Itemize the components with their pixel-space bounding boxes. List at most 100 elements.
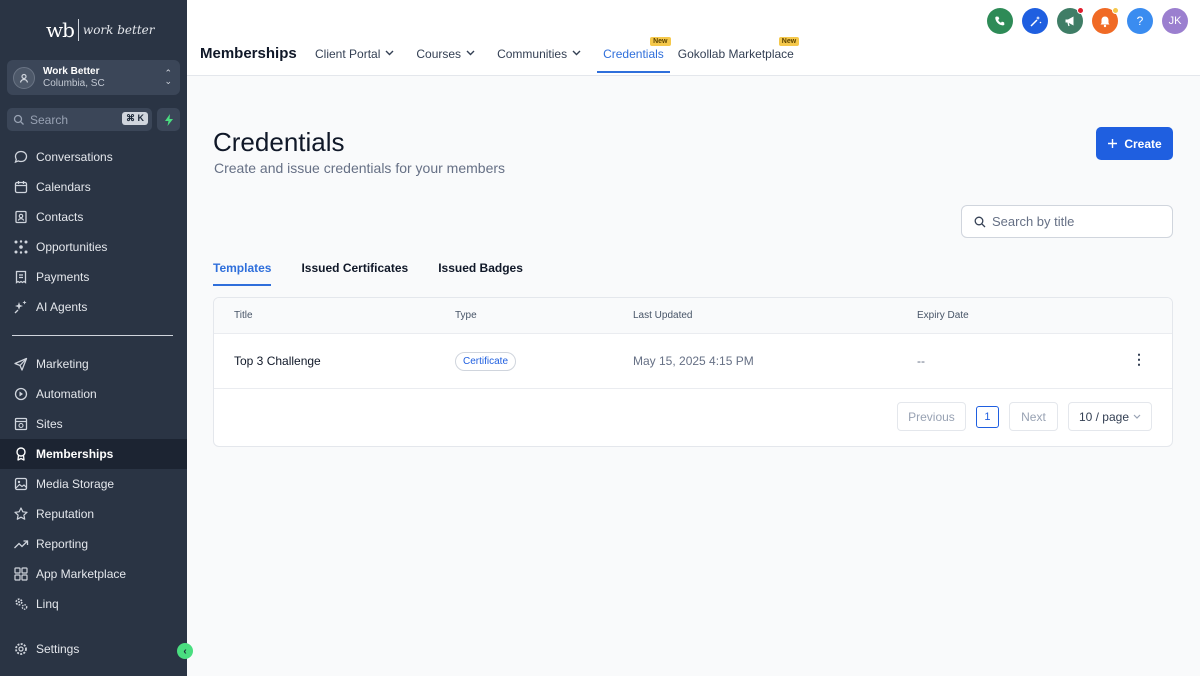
sidebar-item-reporting[interactable]: Reporting — [0, 529, 187, 559]
sidebar-item-calendars[interactable]: Calendars — [0, 172, 187, 202]
sidebar-item-label: Media Storage — [36, 477, 115, 491]
previous-button[interactable]: Previous — [896, 402, 966, 431]
sidebar-item-label: Calendars — [36, 180, 91, 194]
next-button[interactable]: Next — [1008, 402, 1058, 431]
tab-issued-badges[interactable]: Issued Badges — [438, 261, 523, 286]
location-icon — [13, 66, 35, 89]
sidebar-item-label: Marketing — [36, 357, 89, 371]
tab-label: Client Portal — [315, 47, 381, 61]
grid-icon — [14, 567, 28, 581]
sidebar-item-settings[interactable]: Settings — [0, 634, 187, 664]
tab-client-portal[interactable]: Client Portal — [315, 47, 394, 73]
chevron-down-icon — [385, 48, 394, 58]
sidebar-item-label: Contacts — [36, 210, 84, 224]
search-icon — [13, 114, 24, 125]
column-header-last-updated[interactable]: Last Updated — [633, 310, 693, 321]
sidebar-item-marketing[interactable]: Marketing — [0, 349, 187, 379]
sidebar-search[interactable]: Search ⌘ K — [7, 108, 152, 131]
tab-credentials[interactable]: New Credentials — [597, 37, 671, 73]
chevron-down-icon — [572, 48, 581, 58]
cell-title[interactable]: Top 3 Challenge — [234, 354, 321, 368]
templates-table: Title Type Last Updated Expiry Date Top … — [213, 297, 1173, 447]
page-size-select[interactable]: 10 / page — [1067, 402, 1152, 431]
opportunities-icon — [14, 240, 28, 254]
sidebar-divider — [12, 335, 173, 336]
phone-icon — [995, 16, 1005, 26]
sidebar-item-media-storage[interactable]: Media Storage — [0, 469, 187, 499]
table-header: Title Type Last Updated Expiry Date — [214, 298, 1172, 334]
help-button[interactable]: ? — [1127, 8, 1153, 34]
chevron-down-icon — [466, 48, 475, 58]
announcements-button[interactable] — [1057, 7, 1084, 34]
bolt-icon — [164, 113, 173, 126]
sparkle-icon — [14, 300, 27, 314]
image-icon — [14, 477, 28, 491]
sidebar-item-reputation[interactable]: Reputation — [0, 499, 187, 529]
nav-top: Conversations Calendars Contacts Opportu… — [0, 142, 187, 322]
search-shortcut: ⌘ K — [122, 112, 148, 125]
column-header-expiry-date[interactable]: Expiry Date — [917, 310, 969, 321]
sidebar-item-automation[interactable]: Automation — [0, 379, 187, 409]
megaphone-icon — [1065, 16, 1073, 27]
sidebar-item-payments[interactable]: Payments — [0, 262, 187, 292]
sidebar-item-contacts[interactable]: Contacts — [0, 202, 187, 232]
sidebar-item-app-marketplace[interactable]: App Marketplace — [0, 559, 187, 589]
sidebar-item-linq[interactable]: Linq — [0, 589, 187, 619]
sidebar-item-sites[interactable]: Sites — [0, 409, 187, 439]
magic-button[interactable] — [1022, 8, 1048, 34]
award-icon — [16, 447, 26, 461]
more-actions-icon[interactable]: ⋮ — [1132, 351, 1146, 368]
help-icon: ? — [1136, 14, 1144, 28]
logo-mark: wb — [46, 18, 75, 42]
account-switcher[interactable]: Work Better Columbia, SC ⌃ ⌄ — [7, 60, 180, 95]
tab-label: Gokollab Marketplace — [677, 47, 794, 61]
trend-icon — [14, 540, 29, 549]
column-header-type[interactable]: Type — [455, 310, 477, 321]
tab-gokollab-marketplace[interactable]: New Gokollab Marketplace — [677, 37, 800, 73]
sidebar-item-opportunities[interactable]: Opportunities — [0, 232, 187, 262]
search-icon — [974, 216, 986, 227]
sidebar-item-label: App Marketplace — [36, 567, 127, 581]
column-header-title[interactable]: Title — [234, 310, 253, 321]
tab-communities[interactable]: Communities — [497, 47, 581, 73]
chevron-updown-icon: ⌃ ⌄ — [164, 68, 172, 86]
notification-dot — [1077, 7, 1084, 14]
phone-button[interactable] — [987, 8, 1013, 34]
tab-templates[interactable]: Templates — [213, 261, 272, 286]
module-title: Memberships — [200, 45, 297, 62]
create-button-label: Create — [1124, 136, 1162, 151]
magic-wand-icon — [1029, 15, 1041, 27]
notification-dot — [1112, 7, 1119, 14]
quick-action-button[interactable] — [157, 108, 180, 131]
avatar-initials: JK — [1168, 15, 1182, 27]
gear-icon — [15, 643, 27, 655]
payments-icon — [15, 270, 27, 284]
sidebar-item-label: Linq — [36, 597, 59, 611]
sidebar-item-memberships[interactable]: Memberships — [0, 439, 187, 469]
sidebar-item-ai-agents[interactable]: AI Agents — [0, 292, 187, 322]
star-icon — [14, 507, 28, 520]
tab-courses[interactable]: Courses — [416, 47, 475, 73]
type-badge: Certificate — [455, 352, 517, 371]
sidebar-item-label: AI Agents — [36, 300, 88, 314]
sidebar-item-label: Reputation — [36, 507, 95, 521]
account-location: Columbia, SC — [43, 77, 105, 89]
page-1-button[interactable]: 1 — [975, 405, 999, 428]
search-placeholder: Search by title — [992, 214, 1075, 229]
sidebar-item-label: Automation — [36, 387, 97, 401]
module-tabs: Client Portal Courses Communities New Cr… — [315, 37, 816, 73]
tab-issued-certificates[interactable]: Issued Certificates — [301, 261, 408, 286]
create-button[interactable]: Create — [1096, 127, 1173, 160]
pagination: Previous 1 Next 10 / page — [896, 402, 1152, 431]
search-input[interactable]: Search by title — [961, 205, 1173, 238]
tab-label: Credentials — [603, 47, 664, 61]
chat-icon — [14, 150, 28, 164]
automation-icon — [14, 387, 28, 401]
collapse-sidebar-button[interactable]: ‹ — [177, 643, 193, 659]
notifications-button[interactable] — [1092, 7, 1119, 34]
sidebar-item-conversations[interactable]: Conversations — [0, 142, 187, 172]
logo[interactable]: wb work better — [46, 18, 155, 42]
avatar[interactable]: JK — [1162, 8, 1188, 34]
send-icon — [14, 357, 28, 371]
table-row[interactable]: Top 3 Challenge Certificate May 15, 2025… — [214, 334, 1172, 389]
